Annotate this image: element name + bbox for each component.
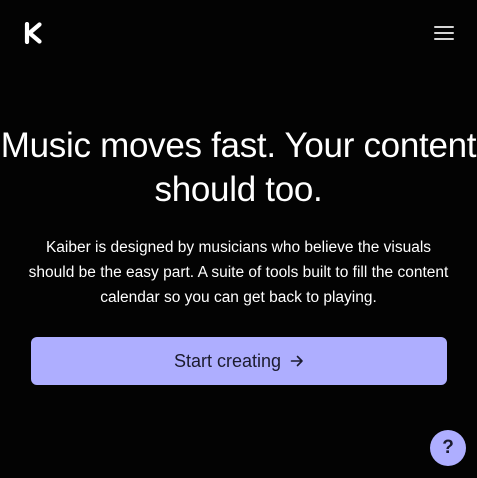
start-creating-button[interactable]: Start creating xyxy=(31,337,447,385)
hamburger-menu-icon xyxy=(434,26,454,28)
kaiber-k-logo-icon xyxy=(24,21,42,45)
hamburger-menu-icon-line xyxy=(434,38,454,40)
start-creating-label: Start creating xyxy=(173,350,282,371)
help-button[interactable]: ? xyxy=(430,430,466,466)
hamburger-menu-icon-line xyxy=(434,32,454,34)
kaiber-logo[interactable] xyxy=(24,21,44,45)
help-label: ? xyxy=(442,437,454,458)
hero-headline: Music moves fast. Your content should to… xyxy=(0,126,477,209)
arrow-right-icon xyxy=(290,355,303,367)
menu-button[interactable] xyxy=(432,24,456,42)
page: Music moves fast. Your content should to… xyxy=(0,0,477,478)
hero-description: Kaiber is designed by musicians who beli… xyxy=(28,239,449,306)
